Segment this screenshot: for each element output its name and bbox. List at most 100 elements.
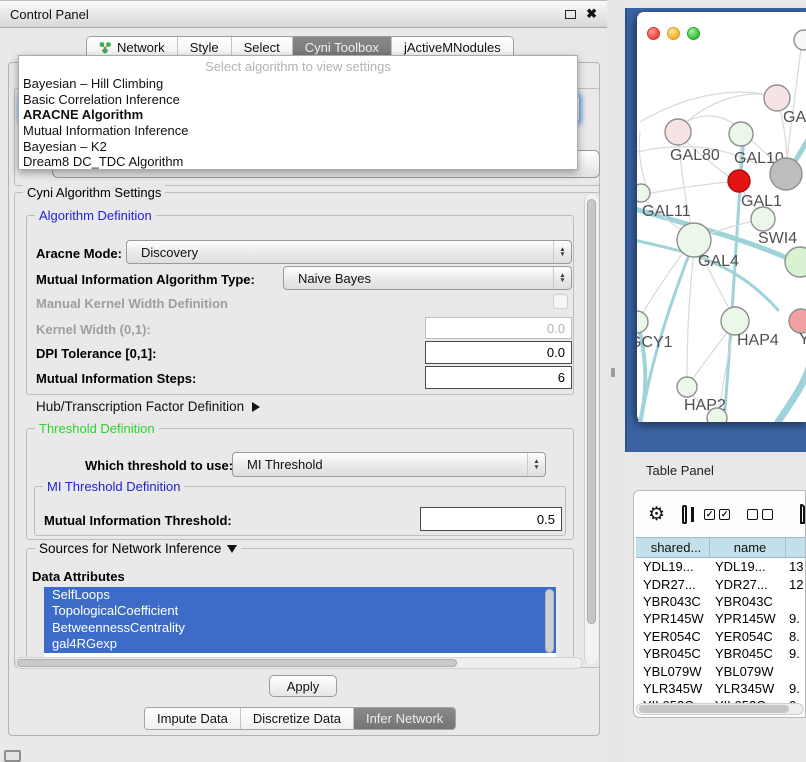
column-header-name[interactable]: name: [710, 538, 786, 557]
algorithm-option-dream8-dc-tdc-algorithm[interactable]: Dream8 DC_TDC Algorithm: [19, 154, 577, 170]
table-panel: ⚙ ✓✓ shared...nameYDL19...YDL19...13YDR2…: [633, 490, 806, 718]
hub-definition-toggle[interactable]: Hub/Transcription Factor Definition: [36, 399, 260, 414]
mi-threshold-value: 0.5: [537, 512, 555, 527]
table-cell: 13: [786, 558, 806, 575]
network-node-pink-right[interactable]: [789, 309, 806, 333]
table-cell: 9.: [786, 680, 806, 697]
attributes-list-scrollbar[interactable]: [545, 589, 554, 653]
scrollbar-thumb[interactable]: [639, 705, 789, 713]
attribute-item-gal4rgexp[interactable]: gal4RGexp: [44, 636, 556, 652]
algorithm-option-basic-correlation-inference[interactable]: Basic Correlation Inference: [19, 92, 577, 108]
network-icon: [99, 41, 112, 54]
table-row[interactable]: YER054CYER054C8.: [636, 628, 806, 645]
network-node-gal80[interactable]: [665, 119, 691, 145]
network-edge[interactable]: [778, 358, 806, 422]
network-node-gray-node[interactable]: [770, 158, 802, 190]
table-row[interactable]: YLR345WYLR345W9.: [636, 680, 806, 697]
mi-algorithm-type-combo[interactable]: Naive Bayes ▲▼: [283, 266, 572, 290]
algorithm-definition-title: Algorithm Definition: [35, 208, 156, 223]
node-label-gal1: GAL1: [741, 193, 782, 210]
algorithm-option-aracne-algorithm[interactable]: ARACNE Algorithm: [19, 107, 577, 123]
network-node-node-top[interactable]: [794, 30, 806, 50]
apply-button[interactable]: Apply: [269, 675, 337, 697]
scrollbar-thumb[interactable]: [17, 659, 457, 667]
gear-icon[interactable]: ⚙: [648, 505, 665, 524]
scrollbar-thumb[interactable]: [587, 199, 596, 624]
data-attributes-label: Data Attributes: [32, 569, 125, 584]
table-row[interactable]: YPR145WYPR145W9.: [636, 610, 806, 627]
network-edge[interactable]: [692, 330, 729, 380]
select-all-columns-icon[interactable]: ✓✓: [704, 509, 730, 520]
column-header-shared[interactable]: shared...: [636, 538, 710, 557]
settings-vertical-scrollbar[interactable]: [584, 194, 598, 664]
expanded-arrow-icon: [227, 545, 237, 553]
algorithm-option-bayesian-k2[interactable]: Bayesian – K2: [19, 139, 577, 155]
network-node-hap4[interactable]: [721, 307, 749, 335]
network-edge[interactable]: [640, 92, 772, 122]
network-edge[interactable]: [646, 182, 729, 194]
table-cell: [786, 662, 806, 679]
network-node-swi4[interactable]: [785, 247, 806, 277]
aracne-mode-combo[interactable]: Discovery ▲▼: [126, 240, 572, 264]
network-node-gal11[interactable]: [637, 184, 650, 202]
network-node-gcy1[interactable]: [637, 311, 648, 333]
algorithm-option-bayesian-hill-climbing[interactable]: Bayesian – Hill Climbing: [19, 76, 577, 92]
network-node-gal1[interactable]: [751, 207, 775, 231]
attribute-item-selfloops[interactable]: SelfLoops: [44, 587, 556, 603]
settings-horizontal-scrollbar[interactable]: [15, 657, 583, 669]
network-node-node-bottom[interactable]: [707, 408, 727, 422]
mi-threshold-input[interactable]: 0.5: [420, 507, 562, 531]
kernel-width-value: 0.0: [547, 321, 565, 336]
kernel-width-input[interactable]: 0.0: [425, 317, 572, 339]
divider-grip-icon[interactable]: [611, 368, 615, 377]
table-row[interactable]: YBR043CYBR043C: [636, 593, 806, 610]
table-cell: YBR045C: [636, 645, 710, 662]
network-node-red-node[interactable]: [728, 170, 750, 192]
network-edge[interactable]: [639, 132, 648, 190]
manual-kernel-width-checkbox[interactable]: [553, 294, 568, 309]
cyni-mode-tabbar: Impute DataDiscretize DataInfer Network: [144, 707, 456, 730]
mi-steps-input[interactable]: 6: [425, 366, 572, 389]
network-graph-canvas[interactable]: GALGAL80GAL10GAL1GAL11SWI4GAL4GCY1HAP4YH…: [637, 12, 806, 422]
tab-impute-data[interactable]: Impute Data: [145, 708, 241, 729]
table-cell: YER054C: [636, 628, 710, 645]
close-panel-icon[interactable]: ✖: [586, 9, 597, 19]
data-attributes-list[interactable]: SelfLoopsTopologicalCoefficientBetweenne…: [44, 587, 556, 660]
export-table-icon[interactable]: [800, 504, 805, 524]
dpi-tolerance-input[interactable]: 0.0: [425, 341, 572, 364]
table-row[interactable]: YDL19...YDL19...13: [636, 558, 806, 575]
network-node-hap2[interactable]: [677, 377, 697, 397]
which-threshold-value: MI Threshold: [247, 457, 323, 472]
table-row[interactable]: YBL079WYBL079W: [636, 662, 806, 679]
table-row[interactable]: YDR27...YDR27...12: [636, 575, 806, 592]
network-edge[interactable]: [687, 252, 694, 378]
algorithm-option-mutual-information-inference[interactable]: Mutual Information Inference: [19, 123, 577, 139]
table-cell: YBL079W: [710, 662, 786, 679]
combo-stepper-icon: ▲▼: [553, 267, 571, 289]
sources-title-row[interactable]: Sources for Network Inference: [35, 541, 241, 556]
columns-icon[interactable]: [682, 505, 687, 524]
collapsed-arrow-icon: [252, 402, 260, 412]
attribute-item-topologicalcoefficient[interactable]: TopologicalCoefficient: [44, 603, 556, 619]
column-header-partial[interactable]: [786, 538, 806, 557]
table-cell: YDL19...: [710, 558, 786, 575]
network-node-gal-partial[interactable]: [764, 85, 790, 111]
table-cell: YBR045C: [710, 645, 786, 662]
attribute-item-betweennesscentrality[interactable]: BetweennessCentrality: [44, 620, 556, 636]
which-threshold-combo[interactable]: MI Threshold ▲▼: [232, 452, 546, 477]
table-horizontal-scrollbar[interactable]: [636, 703, 804, 715]
table-row[interactable]: YBR045CYBR045C9.: [636, 645, 806, 662]
network-node-gal10[interactable]: [729, 122, 753, 146]
tab-infer-network[interactable]: Infer Network: [354, 708, 455, 729]
table-cell: YLR345W: [636, 680, 710, 697]
float-panel-icon[interactable]: [565, 10, 576, 19]
node-label-gal-partial: GAL: [783, 109, 806, 126]
deselect-all-columns-icon[interactable]: [747, 509, 773, 520]
tab-label: Style: [190, 40, 219, 55]
split-pane-divider[interactable]: [607, 0, 625, 762]
tab-discretize-data[interactable]: Discretize Data: [241, 708, 354, 729]
network-node-gal4[interactable]: [677, 223, 711, 257]
dock-grip-icon[interactable]: [4, 750, 21, 762]
table-cell: YPR145W: [636, 610, 710, 627]
dpi-tolerance-value: 0.0: [547, 345, 565, 360]
